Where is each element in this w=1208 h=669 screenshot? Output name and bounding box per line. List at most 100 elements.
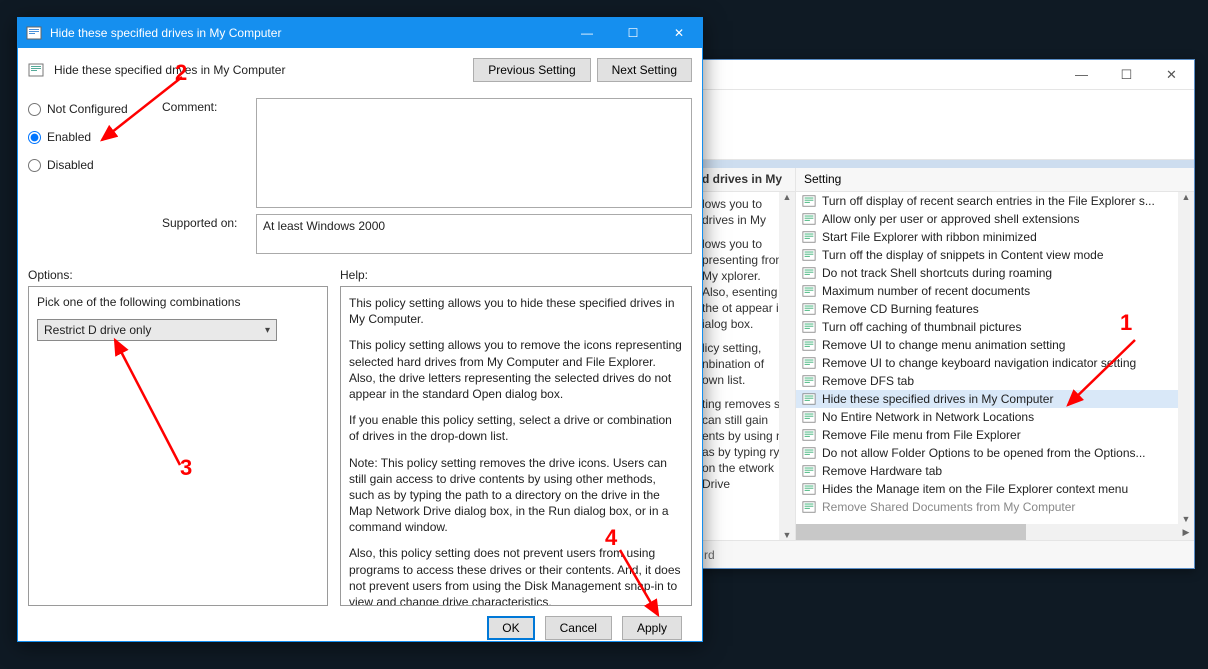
- settings-row[interactable]: Remove Hardware tab: [796, 462, 1194, 480]
- policy-header-icon: [28, 62, 44, 78]
- apply-button[interactable]: Apply: [622, 616, 682, 640]
- settings-list[interactable]: Turn off display of recent search entrie…: [796, 192, 1194, 524]
- radio-enabled-label: Enabled: [47, 130, 91, 144]
- policy-row-icon: [802, 230, 816, 244]
- settings-row-label: Hide these specified drives in My Comput…: [822, 392, 1053, 406]
- radio-not-configured-label: Not Configured: [47, 102, 128, 116]
- policy-row-icon: [802, 500, 816, 514]
- dialog-minimize-button[interactable]: —: [564, 18, 610, 48]
- settings-row-label: Remove Shared Documents from My Computer: [822, 500, 1075, 514]
- settings-hscroll[interactable]: ▶: [796, 524, 1194, 540]
- settings-row-label: Remove CD Burning features: [822, 302, 979, 316]
- policy-row-icon: [802, 302, 816, 316]
- maximize-button[interactable]: ☐: [1104, 60, 1149, 90]
- dialog-close-button[interactable]: ✕: [656, 18, 702, 48]
- settings-row[interactable]: Remove UI to change menu animation setti…: [796, 336, 1194, 354]
- options-panel: Pick one of the following combinations R…: [28, 286, 328, 606]
- help-paragraph: Note: This policy setting removes the dr…: [349, 455, 683, 536]
- settings-row[interactable]: Turn off display of recent search entrie…: [796, 192, 1194, 210]
- group-policy-editor-window: — ☐ ✕ d drives in My lows you to drives …: [695, 59, 1195, 569]
- settings-row[interactable]: Hides the Manage item on the File Explor…: [796, 480, 1194, 498]
- settings-scrollbar[interactable]: ▲▼: [1178, 192, 1194, 524]
- settings-row[interactable]: Hide these specified drives in My Comput…: [796, 390, 1194, 408]
- help-paragraph: This policy setting allows you to hide t…: [349, 295, 683, 327]
- minimize-button[interactable]: —: [1059, 60, 1104, 90]
- settings-row[interactable]: Turn off caching of thumbnail pictures: [796, 318, 1194, 336]
- settings-row[interactable]: Do not allow Folder Options to be opened…: [796, 444, 1194, 462]
- backwin-selection-band: [696, 160, 1194, 168]
- policy-row-icon: [802, 338, 816, 352]
- cancel-button[interactable]: Cancel: [545, 616, 612, 640]
- comment-textarea[interactable]: [256, 98, 692, 208]
- policy-icon: [26, 25, 42, 41]
- radio-enabled[interactable]: Enabled: [28, 130, 158, 144]
- drives-combo[interactable]: Restrict D drive only ▾: [37, 319, 277, 341]
- next-setting-button[interactable]: Next Setting: [597, 58, 692, 82]
- settings-row-label: Do not allow Folder Options to be opened…: [822, 446, 1146, 460]
- radio-not-configured[interactable]: Not Configured: [28, 102, 158, 116]
- hscroll-right-arrow[interactable]: ▶: [1178, 524, 1194, 540]
- policy-row-icon: [802, 464, 816, 478]
- policy-row-icon: [802, 212, 816, 226]
- settings-row-label: Allow only per user or approved shell ex…: [822, 212, 1079, 226]
- settings-row-label: Start File Explorer with ribbon minimize…: [822, 230, 1037, 244]
- settings-row-label: Maximum number of recent documents: [822, 284, 1030, 298]
- settings-row-label: No Entire Network in Network Locations: [822, 410, 1034, 424]
- settings-row-label: Remove File menu from File Explorer: [822, 428, 1021, 442]
- settings-row-label: Hides the Manage item on the File Explor…: [822, 482, 1128, 496]
- help-label: Help:: [340, 268, 692, 282]
- settings-row[interactable]: Turn off the display of snippets in Cont…: [796, 246, 1194, 264]
- radio-disabled[interactable]: Disabled: [28, 158, 158, 172]
- supported-on-label: Supported on:: [162, 214, 252, 230]
- policy-row-icon: [802, 320, 816, 334]
- settings-row[interactable]: Start File Explorer with ribbon minimize…: [796, 228, 1194, 246]
- policy-row-icon: [802, 284, 816, 298]
- close-button[interactable]: ✕: [1149, 60, 1194, 90]
- hscroll-thumb[interactable]: [796, 524, 1026, 540]
- dialog-titlebar: Hide these specified drives in My Comput…: [18, 18, 702, 48]
- policy-row-icon: [802, 446, 816, 460]
- policy-row-icon: [802, 410, 816, 424]
- settings-row-label: Turn off caching of thumbnail pictures: [822, 320, 1021, 334]
- supported-on-box: At least Windows 2000: [256, 214, 692, 254]
- radio-disabled-input[interactable]: [28, 159, 41, 172]
- settings-row[interactable]: Remove Shared Documents from My Computer: [796, 498, 1194, 516]
- radio-not-configured-input[interactable]: [28, 103, 41, 116]
- settings-row[interactable]: Remove DFS tab: [796, 372, 1194, 390]
- settings-row[interactable]: Allow only per user or approved shell ex…: [796, 210, 1194, 228]
- settings-row-label: Remove UI to change menu animation setti…: [822, 338, 1065, 352]
- dialog-maximize-button[interactable]: ☐: [610, 18, 656, 48]
- backwin-titlebar: — ☐ ✕: [696, 60, 1194, 90]
- policy-row-icon: [802, 356, 816, 370]
- backwin-left-scrollbar[interactable]: ▲▼: [779, 192, 795, 540]
- policy-row-icon: [802, 374, 816, 388]
- policy-row-icon: [802, 482, 816, 496]
- previous-setting-button[interactable]: Previous Setting: [473, 58, 590, 82]
- chevron-down-icon: ▾: [265, 325, 270, 336]
- settings-row[interactable]: Remove UI to change keyboard navigation …: [796, 354, 1194, 372]
- backwin-statusbar: rd: [696, 540, 1194, 568]
- settings-row[interactable]: No Entire Network in Network Locations: [796, 408, 1194, 426]
- settings-row-label: Remove DFS tab: [822, 374, 914, 388]
- radio-enabled-input[interactable]: [28, 131, 41, 144]
- settings-row-label: Turn off display of recent search entrie…: [822, 194, 1155, 208]
- policy-row-icon: [802, 266, 816, 280]
- settings-row[interactable]: Remove File menu from File Explorer: [796, 426, 1194, 444]
- dialog-header-title: Hide these specified drives in My Comput…: [54, 63, 467, 77]
- settings-row[interactable]: Remove CD Burning features: [796, 300, 1194, 318]
- ok-button[interactable]: OK: [487, 616, 534, 640]
- settings-row-label: Turn off the display of snippets in Cont…: [822, 248, 1104, 262]
- settings-row[interactable]: Do not track Shell shortcuts during roam…: [796, 264, 1194, 282]
- supported-on-value: At least Windows 2000: [263, 219, 385, 233]
- dialog-title: Hide these specified drives in My Comput…: [50, 26, 281, 40]
- backwin-toolbar: [696, 90, 1194, 160]
- help-paragraph: This policy setting allows you to remove…: [349, 337, 683, 402]
- settings-row-label: Do not track Shell shortcuts during roam…: [822, 266, 1052, 280]
- radio-disabled-label: Disabled: [47, 158, 94, 172]
- settings-column-header[interactable]: Setting: [796, 168, 1194, 192]
- settings-row[interactable]: Maximum number of recent documents: [796, 282, 1194, 300]
- policy-row-icon: [802, 392, 816, 406]
- help-panel[interactable]: This policy setting allows you to hide t…: [340, 286, 692, 606]
- settings-row-label: Remove Hardware tab: [822, 464, 942, 478]
- help-paragraph: If you enable this policy setting, selec…: [349, 412, 683, 444]
